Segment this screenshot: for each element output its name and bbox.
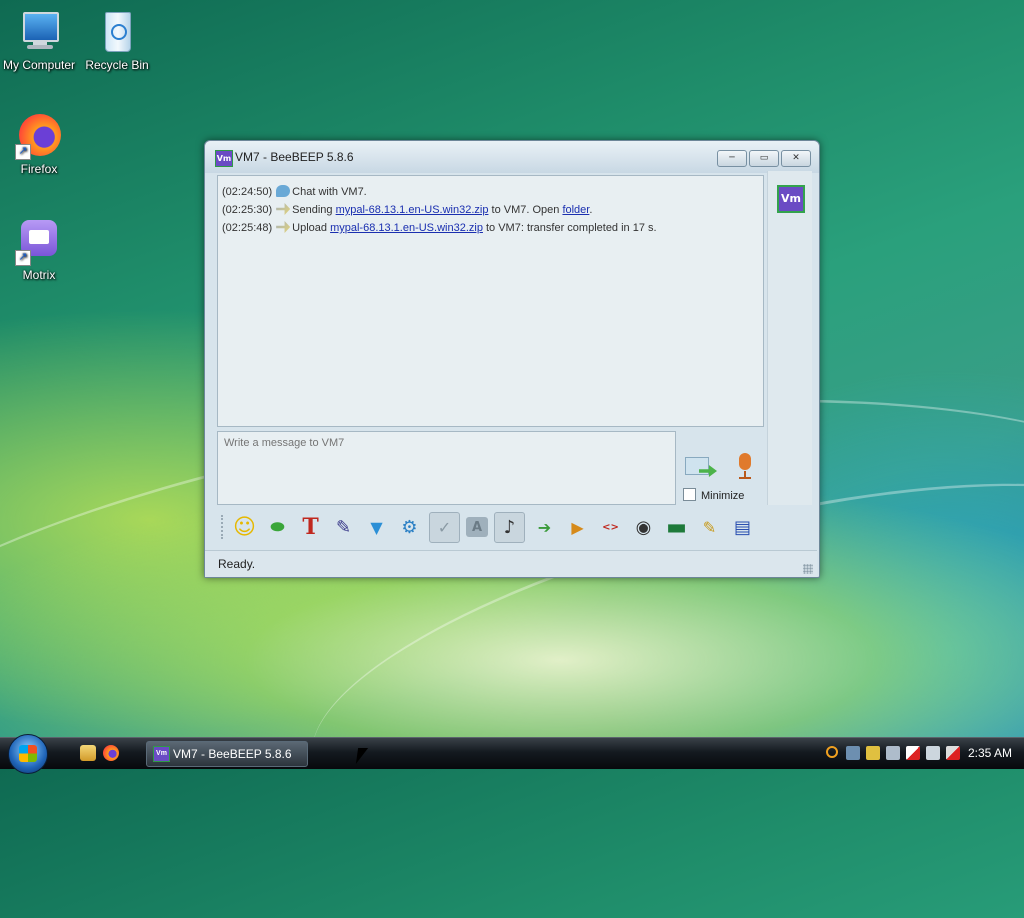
message-time: (02:25:30) (222, 204, 273, 216)
window-title: VM7 - BeeBEEP 5.8.6 (235, 150, 354, 164)
firefox-icon[interactable] (103, 745, 119, 761)
emoticons-icon[interactable]: ☺ (231, 514, 258, 541)
spellcheck-icon[interactable]: ✓ (429, 511, 460, 543)
desktop-icon-label: My Computer (2, 58, 76, 72)
taskbar-clock[interactable]: 2:35 AM (968, 746, 1012, 760)
firefox-icon: ↗ (15, 112, 63, 160)
taskbar-button-label: VM7 - BeeBEEP 5.8.6 (173, 747, 292, 761)
file-transfer-icon (276, 221, 291, 233)
monitor-icon[interactable] (886, 746, 900, 760)
desktop-icon-label: Motrix (22, 268, 56, 282)
message-input[interactable] (222, 436, 666, 450)
network-icon[interactable] (926, 746, 940, 760)
sound-icon[interactable]: ♪ (494, 511, 525, 543)
toolbar-grip[interactable] (221, 515, 225, 539)
minimize-checkbox[interactable]: Minimize (683, 488, 744, 502)
message-time: (02:24:50) (222, 186, 273, 198)
font-icon[interactable]: T (297, 514, 324, 541)
message-time: (02:25:48) (222, 222, 273, 234)
desktop-icon-firefox[interactable]: ↗ Firefox (0, 112, 78, 176)
message-text: to VM7: transfer completed in 17 s. (482, 222, 657, 234)
app-icon: Vm (153, 746, 170, 762)
file-transfer-icon (276, 203, 291, 215)
shortcut-arrow-icon: ↗ (15, 250, 31, 266)
desktop-icon-label: Firefox (20, 162, 58, 176)
file-link[interactable]: mypal-68.13.1.en-US.win32.zip (330, 222, 483, 234)
chat-toolbar: ☺ ⬬ T ✎ ▼ ⚙ ✓ A ♪ ➔ ▶ <> ◉ ▬ ✎ ▤ (211, 509, 781, 545)
status-text: Ready. (218, 557, 256, 571)
bee-tray-icon[interactable] (866, 746, 880, 760)
terminal-icon[interactable]: ▬ (663, 514, 690, 541)
message-text: to VM7. Open (488, 204, 563, 216)
html-icon[interactable]: <> (597, 514, 624, 541)
taskbar: Vm VM7 - BeeBEEP 5.8.6 2:35 AM (0, 734, 1024, 774)
member-panel: Vm (767, 171, 812, 505)
beebeep-chat-window[interactable]: Vm VM7 - BeeBEEP 5.8.6 ─ ▭ ✕ (02:24:50) C… (204, 140, 820, 578)
chat-message: (02:24:50) Chat with VM7. (222, 185, 367, 198)
chat-message: (02:25:48) Upload mypal-68.13.1.en-US.win… (222, 221, 657, 234)
computer-icon (15, 8, 63, 56)
message-input-box[interactable] (217, 431, 676, 505)
minimize-button[interactable]: ─ (717, 150, 747, 167)
save-icon[interactable]: ▤ (729, 514, 756, 541)
flag-alert-icon[interactable] (906, 746, 920, 760)
bee-icon[interactable]: ⬬ (264, 514, 291, 541)
start-button[interactable] (8, 734, 48, 774)
resize-grip[interactable] (803, 564, 813, 574)
send-button[interactable] (683, 453, 717, 481)
message-text: Chat with VM7. (292, 186, 367, 198)
chat-history[interactable]: (02:24:50) Chat with VM7. (02:25:30) Sendi… (217, 175, 764, 427)
desktop-icon-my-computer[interactable]: My Computer (0, 8, 78, 72)
desktop-icon-label: Recycle Bin (85, 58, 149, 72)
title-bar[interactable]: Vm VM7 - BeeBEEP 5.8.6 ─ ▭ ✕ (205, 141, 819, 173)
font-color-icon[interactable]: ✎ (330, 514, 357, 541)
notes-icon[interactable]: ✎ (696, 514, 723, 541)
desktop-icon-motrix[interactable]: ↗ Motrix (0, 218, 78, 282)
send-file-icon[interactable]: ➔ (531, 514, 558, 541)
screenshot-icon[interactable]: ◉ (630, 514, 657, 541)
file-link[interactable]: mypal-68.13.1.en-US.win32.zip (336, 204, 489, 216)
settings-icon[interactable]: ⚙ (396, 514, 423, 541)
avatar[interactable]: Vm (777, 185, 805, 213)
network-monitor-icon[interactable] (846, 746, 860, 760)
motrix-icon: ↗ (15, 218, 63, 266)
filter-icon[interactable]: ▼ (363, 514, 390, 541)
microphone-icon (739, 453, 751, 470)
volume-muted-icon[interactable] (946, 746, 960, 760)
shortcut-arrow-icon: ↗ (15, 144, 31, 160)
search-icon[interactable] (826, 746, 838, 758)
app-icon: Vm (215, 150, 233, 167)
send-folder-icon[interactable]: ▶ (564, 514, 591, 541)
desktop-icon-recycle-bin[interactable]: Recycle Bin (78, 8, 156, 72)
message-text: Sending (292, 204, 336, 216)
folder-link[interactable]: folder (562, 204, 589, 216)
windows-logo-icon (19, 745, 37, 762)
explorer-icon[interactable] (80, 745, 96, 761)
maximize-button[interactable]: ▭ (749, 150, 779, 167)
system-tray: 2:35 AM (814, 738, 1024, 769)
checkbox-icon[interactable] (683, 488, 696, 501)
message-text: Upload (292, 222, 331, 234)
recycle-bin-icon (93, 8, 141, 56)
chat-bubble-icon (276, 185, 291, 197)
voice-message-button[interactable] (735, 453, 755, 481)
status-bar: Ready. (205, 550, 817, 577)
word-complete-icon[interactable]: A (466, 517, 488, 537)
close-button[interactable]: ✕ (781, 150, 811, 167)
taskbar-button-beebeep[interactable]: Vm VM7 - BeeBEEP 5.8.6 (146, 741, 308, 767)
message-text: . (589, 204, 593, 216)
minimize-label: Minimize (701, 490, 745, 502)
chat-message: (02:25:30) Sending mypal-68.13.1.en-US.wi… (222, 203, 592, 216)
